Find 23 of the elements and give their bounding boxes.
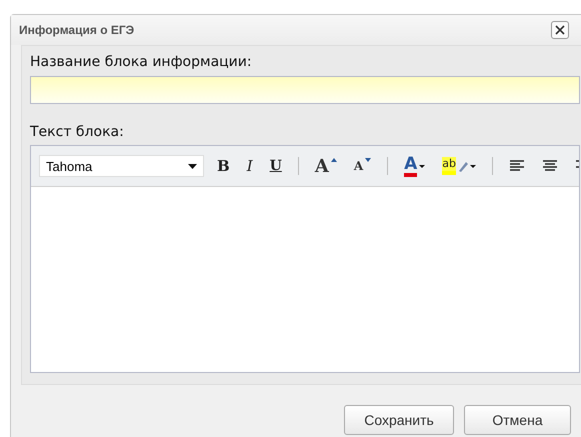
input-field[interactable] bbox=[30, 76, 580, 104]
field-label: Текст блока: bbox=[30, 124, 124, 140]
cancel-button[interactable]: Отмена bbox=[464, 405, 571, 435]
save-button[interactable]: Сохранить bbox=[344, 405, 454, 435]
underline-button[interactable]: U bbox=[266, 155, 286, 177]
close-button[interactable] bbox=[551, 21, 569, 39]
align-center-icon bbox=[542, 159, 558, 173]
font-dropdown[interactable]: Tahoma bbox=[39, 155, 204, 177]
align-left-icon bbox=[509, 159, 526, 173]
font-color-button[interactable]: A bbox=[400, 155, 430, 177]
up-triangle-icon bbox=[330, 158, 337, 162]
window-title: Информация о ЕГЭ bbox=[19, 23, 134, 37]
caret-icon bbox=[470, 164, 476, 168]
field-label: Название блока информации: bbox=[30, 54, 252, 70]
down-triangle-icon bbox=[365, 158, 372, 162]
increase-font-button[interactable]: A bbox=[310, 155, 341, 177]
bold-button[interactable]: B bbox=[213, 155, 234, 177]
close-icon bbox=[554, 24, 566, 36]
caret-icon bbox=[188, 164, 197, 168]
caret-icon bbox=[419, 164, 426, 168]
highlight-button[interactable]: ab bbox=[438, 155, 480, 177]
decrease-font-button[interactable]: A bbox=[350, 155, 376, 177]
italic-button[interactable]: I bbox=[242, 155, 257, 177]
